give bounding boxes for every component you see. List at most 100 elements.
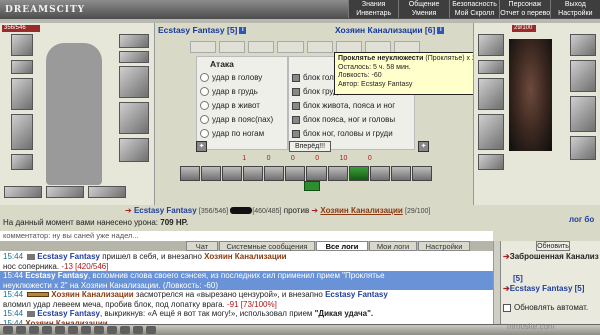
chat-scrollbar[interactable] [493,241,500,335]
tab-chat[interactable]: Чат [186,241,218,251]
player-info-icon[interactable]: i [239,27,247,35]
attack-belt[interactable]: удар в пояс(пах) [200,114,273,125]
block-icon[interactable] [292,129,300,138]
enemy-leggings-slot[interactable] [570,96,596,132]
menu-security[interactable]: Безопасность [448,0,500,9]
helmet-slot[interactable] [11,34,33,56]
bracer-slot[interactable] [119,51,149,63]
toolbar-icon[interactable] [29,326,39,334]
belt-item-5[interactable] [306,41,333,53]
toolbar-icon[interactable] [133,326,143,334]
belt-item-1[interactable] [190,41,217,53]
hp-mini-bar [27,292,50,298]
enemy-helmet-slot[interactable] [478,34,504,56]
enemy-boots-slot[interactable] [570,136,596,160]
refresh-button[interactable]: Обновить [536,241,570,251]
skill-slot-8[interactable] [327,166,348,181]
enemy-name[interactable]: Хозяин Канализации [6] [335,25,435,35]
menu-communication[interactable]: Общение [398,0,449,9]
menu-skills[interactable]: Умения [398,9,449,18]
toolbar-icon[interactable] [120,326,130,334]
checkbox-icon[interactable] [503,303,511,312]
auto-refresh[interactable]: Обновлять автомат. [503,303,588,312]
toolbar-icon[interactable] [42,326,52,334]
block-stomach-belt-legs[interactable]: блок живота, пояса и ног [292,100,415,111]
attack-stomach[interactable]: удар в живот [200,100,260,111]
skill-slot-4[interactable] [243,166,264,181]
tab-my-logs[interactable]: Мои логи [369,241,417,251]
enemy-info-icon[interactable]: i [437,27,445,35]
menu-exit[interactable]: Выход [549,0,600,9]
enemy-weapon-slot[interactable] [478,78,504,110]
block-legs-head-chest[interactable]: блок ног, головы и груди [292,128,415,139]
toolbar-icon[interactable] [107,326,117,334]
skill-slot-12[interactable] [411,166,432,181]
toolbar-icon[interactable] [94,326,104,334]
toolbar-icon[interactable] [81,326,91,334]
toolbar-icon[interactable] [16,326,26,334]
enemy-armor-slot[interactable] [478,114,504,150]
attack-legs[interactable]: удар по ногам [200,128,264,139]
skill-slot-5[interactable] [264,166,285,181]
menu-my-scroll[interactable]: Мой Скролл [448,9,500,18]
right-gear-icon[interactable]: ✦ [418,141,429,152]
player-name[interactable]: Ecstasy Fantasy [5] [158,25,237,35]
skill-slot-11[interactable] [390,166,411,181]
block-icon[interactable] [292,87,300,96]
weapon-slot[interactable] [11,78,33,110]
vs-player-name[interactable]: Ecstasy Fantasy [134,206,197,215]
block-icon[interactable] [292,115,300,124]
enemy-amulet-slot[interactable] [478,60,504,74]
shield-slot[interactable] [119,66,149,98]
radio-icon[interactable] [200,129,209,139]
boots-slot[interactable] [119,138,149,162]
radio-icon[interactable] [200,115,209,125]
fight-log-link[interactable]: лог бо [569,215,594,224]
skill-slot-9[interactable] [348,166,369,181]
go-button[interactable]: Вперёд!!! [289,141,331,152]
menu-knowledge[interactable]: Знания [348,0,399,9]
attack-head[interactable]: удар в голову [200,72,262,83]
armor-slot[interactable] [11,114,33,150]
toolbar-icon[interactable] [68,326,78,334]
leggings-slot[interactable] [119,102,149,134]
menu-settings[interactable]: Настройки [549,9,600,18]
skill-slot-2[interactable] [201,166,222,181]
toolbar-icon[interactable] [146,326,156,334]
belt-item-2[interactable] [219,41,246,53]
radio-icon[interactable] [200,101,209,111]
toolbar-icon[interactable] [3,326,13,334]
menu-transfer-report[interactable]: Отчет о переводах [499,9,550,18]
skill-slot-6[interactable] [285,166,306,181]
enemy-earring-slot[interactable] [570,34,596,56]
skill-slot-7[interactable] [306,166,327,181]
menu-inventory[interactable]: Инвентарь [348,9,399,18]
block-icon[interactable] [292,73,300,82]
block-icon[interactable] [292,101,300,110]
skill-slot-1[interactable] [180,166,201,181]
radio-icon[interactable] [200,87,209,97]
enemy-belt-slot[interactable] [478,154,504,170]
skill-slot-3[interactable] [222,166,243,181]
attack-chest[interactable]: удар в грудь [200,86,258,97]
block-belt-legs-head[interactable]: блок пояса, ног и головы [292,114,415,125]
skill-slot-10[interactable] [369,166,390,181]
amulet-slot[interactable] [11,60,33,74]
menu-character[interactable]: Персонаж [499,0,550,9]
tab-settings[interactable]: Настройки [418,241,470,251]
earring-slot[interactable] [119,34,149,48]
special-skill-icon[interactable] [304,181,320,191]
radio-icon[interactable] [200,73,209,83]
vs-enemy-name[interactable]: Хозяин Канализации [320,206,402,215]
inventory-slot-3[interactable] [88,186,126,198]
inventory-slot-1[interactable] [4,186,42,198]
tab-system-messages[interactable]: Системные сообщения [219,241,315,251]
tab-all-logs[interactable]: Все логи [316,241,368,251]
toolbar-icon[interactable] [55,326,65,334]
inventory-slot-2[interactable] [46,186,84,198]
belt-item-3[interactable] [248,41,275,53]
enemy-shield-slot[interactable] [570,60,596,92]
left-gear-icon[interactable]: ✦ [196,141,207,152]
belt-slot[interactable] [11,154,33,170]
belt-item-4[interactable] [277,41,304,53]
